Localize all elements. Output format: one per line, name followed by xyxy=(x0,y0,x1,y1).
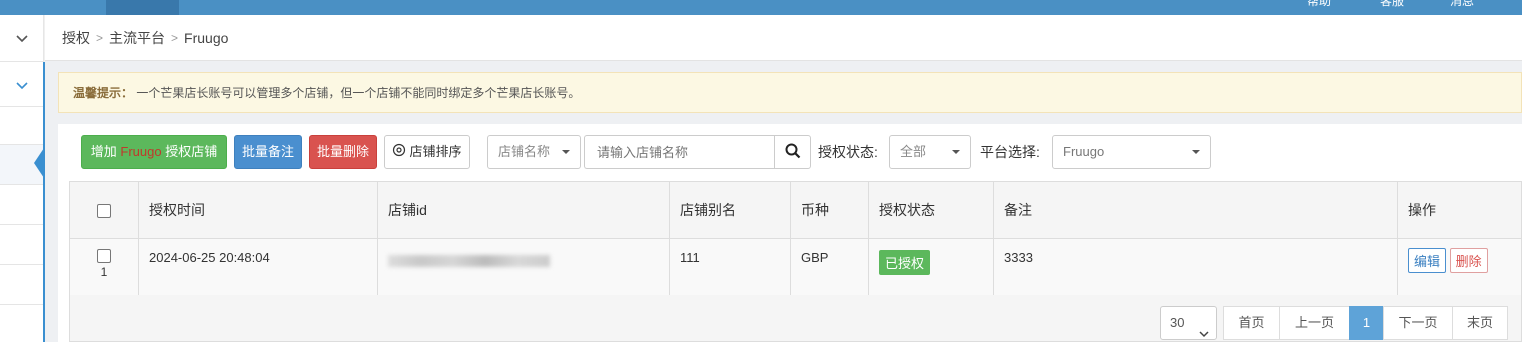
row-select-cell: 1 xyxy=(69,238,139,296)
page-size-value: 30 xyxy=(1170,315,1185,330)
col-actions: 操作 xyxy=(1397,181,1522,239)
chevron-down-icon xyxy=(1199,318,1209,342)
chevron-right-icon: > xyxy=(96,31,104,45)
chevron-down-icon[interactable] xyxy=(0,78,44,93)
main-content: 温馨提示： 一个芒果店长账号可以管理多个店铺，但一个店铺不能同时绑定多个芒果店长… xyxy=(45,61,1522,342)
chevron-down-icon[interactable] xyxy=(0,31,44,46)
cell-actions: 编辑 删除 xyxy=(1397,238,1522,296)
page-links: 首页 上一页 1 下一页 末页 xyxy=(1223,306,1508,340)
auth-status-label: 授权状态: xyxy=(818,144,878,160)
breadcrumb-item[interactable]: 授权 xyxy=(62,28,90,48)
gear-icon xyxy=(392,137,406,169)
cell-currency: GBP xyxy=(790,238,869,296)
select-all-checkbox[interactable] xyxy=(97,204,111,219)
add-shop-button[interactable]: 增加 Fruugo 授权店铺 xyxy=(81,135,227,169)
col-shop-alias: 店铺别名 xyxy=(669,181,791,239)
sidebar-active-pointer xyxy=(34,148,44,178)
shop-table: 授权时间 店铺id 店铺别名 币种 授权状态 备注 操作 1 2024-06-2… xyxy=(69,181,1522,296)
auth-status-select[interactable]: 全部 xyxy=(889,135,971,169)
chevron-right-icon: > xyxy=(171,31,179,45)
col-currency: 币种 xyxy=(790,181,869,239)
current-page-button[interactable]: 1 xyxy=(1349,306,1384,340)
next-page-button[interactable]: 下一页 xyxy=(1383,306,1453,340)
last-page-button[interactable]: 末页 xyxy=(1452,306,1508,340)
cell-shop-alias: 111 xyxy=(669,238,791,296)
page-size-select[interactable]: 30 xyxy=(1160,306,1217,340)
cell-auth-time: 2024-06-25 20:48:04 xyxy=(138,238,378,296)
pagination-bar: 30 首页 上一页 1 下一页 末页 xyxy=(69,295,1522,342)
sidebar-item[interactable] xyxy=(0,225,44,265)
tip-text: 一个芒果店长账号可以管理多个店铺，但一个店铺不能同时绑定多个芒果店长账号。 xyxy=(136,86,581,100)
tip-title: 温馨提示： xyxy=(73,86,134,100)
active-nav-tab[interactable] xyxy=(106,0,179,15)
sidebar-item[interactable] xyxy=(0,185,44,225)
redacted-shop-id xyxy=(388,255,550,267)
row-checkbox[interactable] xyxy=(97,248,111,263)
search-icon xyxy=(785,143,801,162)
cell-auth-status: 已授权 xyxy=(868,238,994,296)
platform-value: Fruugo xyxy=(1063,144,1105,159)
cell-shop-id xyxy=(377,238,670,296)
breadcrumb-item[interactable]: 主流平台 xyxy=(109,28,165,48)
breadcrumb-bar: 授权 > 主流平台 > Fruugo xyxy=(45,15,1522,61)
col-auth-status: 授权状态 xyxy=(868,181,994,239)
col-auth-time: 授权时间 xyxy=(138,181,378,239)
breadcrumb: 授权 > 主流平台 > Fruugo xyxy=(62,28,228,48)
delete-button[interactable]: 删除 xyxy=(1449,248,1488,273)
first-page-button[interactable]: 首页 xyxy=(1223,306,1280,340)
auth-status-value: 全部 xyxy=(900,144,927,159)
sidebar-item[interactable] xyxy=(0,265,44,305)
batch-note-button[interactable]: 批量备注 xyxy=(234,135,302,169)
edit-button[interactable]: 编辑 xyxy=(1408,248,1447,273)
add-shop-prefix: 增加 xyxy=(90,144,117,159)
sidebar-item[interactable] xyxy=(0,107,44,145)
caret-down-icon xyxy=(952,150,960,154)
table-row: 1 2024-06-25 20:48:04 111 GBP 已授权 3333 编… xyxy=(69,238,1522,296)
message-link[interactable]: 消息 xyxy=(1450,0,1474,9)
add-shop-suffix: 授权店铺 xyxy=(165,144,218,159)
cell-note: 3333 xyxy=(993,238,1398,296)
col-shop-id: 店铺id xyxy=(377,181,670,239)
table-header-row: 授权时间 店铺id 店铺别名 币种 授权状态 备注 操作 xyxy=(69,181,1522,239)
help-link[interactable]: 帮助 xyxy=(1307,0,1331,9)
caret-down-icon xyxy=(1192,150,1200,154)
shop-sort-label: 店铺排序 xyxy=(409,144,462,159)
batch-delete-button[interactable]: 批量删除 xyxy=(309,135,377,169)
status-badge: 已授权 xyxy=(879,250,931,275)
select-all-cell xyxy=(69,181,139,239)
warning-tip: 温馨提示： 一个芒果店长账号可以管理多个店铺，但一个店铺不能同时绑定多个芒果店长… xyxy=(58,72,1522,113)
caret-down-icon xyxy=(562,150,570,154)
add-shop-platform: Fruugo xyxy=(120,144,162,159)
search-field-select[interactable]: 店铺名称 xyxy=(487,135,581,169)
sidebar-group-row[interactable] xyxy=(0,62,44,107)
top-navbar: 帮助 客服 消息 xyxy=(0,0,1522,15)
sidebar-toggle-row[interactable] xyxy=(0,15,44,62)
platform-label: 平台选择: xyxy=(980,144,1040,160)
platform-select[interactable]: Fruugo xyxy=(1052,135,1211,169)
col-note: 备注 xyxy=(993,181,1398,239)
shop-panel: 增加 Fruugo 授权店铺 批量备注 批量删除 店铺排序 店铺名称 授权状态:… xyxy=(58,124,1522,342)
prev-page-button[interactable]: 上一页 xyxy=(1279,306,1350,340)
left-sidebar xyxy=(0,15,45,342)
row-index: 1 xyxy=(100,264,108,279)
search-button[interactable] xyxy=(774,135,811,169)
shop-sort-button[interactable]: 店铺排序 xyxy=(384,135,470,169)
search-field-value: 店铺名称 xyxy=(498,144,551,159)
breadcrumb-item: Fruugo xyxy=(184,30,229,46)
service-link[interactable]: 客服 xyxy=(1380,0,1404,9)
shop-name-search-input[interactable] xyxy=(584,135,774,169)
